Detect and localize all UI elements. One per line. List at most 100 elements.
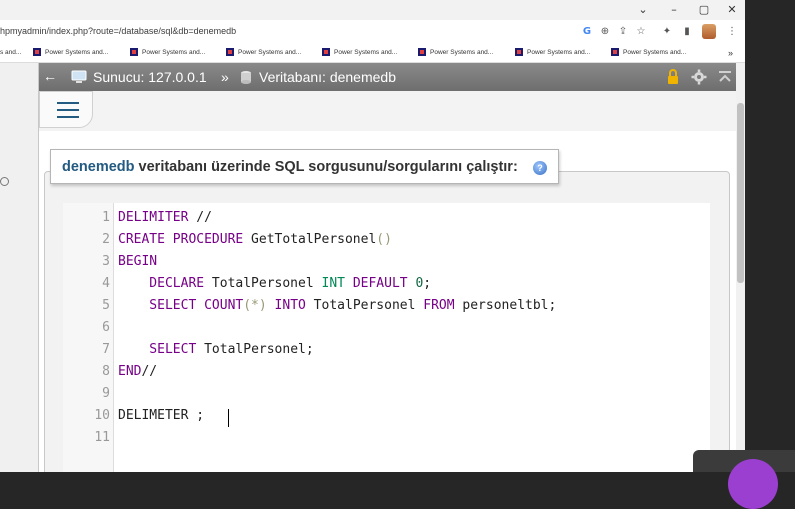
bookmark-favicon [226, 48, 234, 57]
line-number: 5 [102, 298, 110, 313]
code-token: SELECT [118, 342, 197, 357]
code-token: FROM [423, 298, 455, 313]
code-line[interactable]: BEGIN [118, 251, 157, 273]
bookmark-item[interactable]: Power Systems and... [322, 48, 397, 58]
bookmark-item[interactable]: Power Systems and... [515, 48, 590, 58]
collapse-arrow-icon[interactable]: ← [43, 68, 57, 84]
menu-bar-line [57, 102, 79, 104]
code-token: TotalPersonel; [196, 342, 314, 357]
breadcrumb-separator: » [221, 69, 229, 85]
code-token: DELIMETER ; [118, 408, 205, 423]
sql-code-editor[interactable]: 1 2 3 4 5 6 7 8 9 10 11 DELIMITER //CREATE PROCEDU… [63, 203, 710, 472]
line-number: 7 [102, 342, 110, 357]
code-token: // [141, 364, 158, 379]
maximize-button[interactable]: ▢ [692, 2, 716, 18]
minimize-button[interactable]: – [662, 2, 686, 18]
bookmark-favicon [130, 48, 138, 57]
bookmark-item[interactable]: Power Systems and... [226, 48, 301, 58]
text-cursor [228, 409, 229, 427]
legend-database-link[interactable]: denemedb [62, 159, 135, 175]
code-token: END [118, 364, 142, 379]
bookmark-favicon [515, 48, 523, 57]
url-text[interactable]: hpmyadmin/index.php?route=/database/sql&… [0, 26, 236, 36]
code-token: CREATE PROCEDURE [118, 232, 244, 247]
code-token: ; [423, 276, 432, 291]
code-line[interactable]: DECLARE TotalPersonel INT DEFAULT 0; [118, 273, 431, 295]
legend-text: veritabanı üzerinde SQL sorgusunu/sorgul… [134, 159, 518, 175]
collapse-top-icon[interactable] [717, 69, 733, 85]
bookmark-star-icon[interactable]: ☆ [634, 25, 648, 39]
code-token: TotalPersonel [305, 298, 424, 313]
navigation-icon[interactable] [0, 177, 9, 186]
code-token: BEGIN [118, 254, 158, 269]
menu-bar-line [57, 116, 79, 118]
code-line[interactable]: END// [118, 361, 157, 383]
line-number: 8 [102, 364, 110, 379]
bookmark-favicon [322, 48, 330, 57]
scrollbar-thumb[interactable] [737, 103, 744, 283]
breadcrumb-server[interactable]: Sunucu: 127.0.0.1 [93, 69, 207, 85]
bookmark-favicon [418, 48, 426, 57]
code-token: TotalPersonel [204, 276, 322, 291]
bookmark-item[interactable]: Power Systems and... [611, 48, 686, 58]
top-menu-area [39, 91, 736, 131]
menu-bar-line [57, 109, 79, 111]
desktop-avatar-bubble[interactable] [728, 459, 778, 509]
line-number: 3 [102, 254, 110, 269]
zoom-icon[interactable]: ⊕ [598, 25, 612, 39]
title-bar: ⌄ – ▢ ✕ [0, 0, 745, 20]
line-number: 6 [102, 320, 110, 335]
navigation-panel [0, 63, 39, 472]
line-number: 10 [94, 408, 110, 423]
code-line[interactable]: CREATE PROCEDURE GetTotalPersonel() [118, 229, 392, 251]
code-token: DECLARE [118, 276, 205, 291]
code-token: INTO [274, 298, 306, 313]
extensions-icon[interactable]: ✦ [660, 25, 674, 39]
code-token: GetTotalPersonel [243, 232, 377, 247]
page-scrollbar[interactable] [736, 63, 745, 472]
tab-search-button[interactable]: ⌄ [631, 2, 655, 18]
code-token: INT [321, 276, 345, 291]
line-number-gutter: 1 2 3 4 5 6 7 8 9 10 11 [63, 203, 114, 472]
more-bookmarks-button[interactable]: » [728, 48, 733, 58]
server-breadcrumb-bar: ← Sunucu: 127.0.0.1 » Veritabanı: deneme… [39, 63, 736, 91]
breadcrumb-database[interactable]: Veritabanı: denemedb [259, 69, 396, 85]
bookmark-favicon [611, 48, 619, 57]
close-button[interactable]: ✕ [720, 2, 744, 18]
code-token: DELIMITER [118, 210, 189, 225]
share-icon[interactable]: ⇪ [616, 25, 630, 39]
bookmark-favicon [33, 48, 41, 57]
bookmark-item[interactable]: Power Systems and... [418, 48, 493, 58]
google-icon[interactable]: G [580, 25, 594, 39]
code-line[interactable]: DELIMITER // [118, 207, 212, 229]
code-token: () [376, 232, 392, 247]
sql-query-legend: denemedb veritabanı üzerinde SQL sorgusu… [50, 149, 559, 184]
code-token: DEFAULT [352, 276, 408, 291]
code-line[interactable]: DELIMETER ; [118, 405, 204, 427]
help-icon[interactable]: ? [533, 161, 547, 175]
browser-menu-icon[interactable]: ⋮ [725, 25, 739, 39]
line-number: 4 [102, 276, 110, 291]
bookmark-item[interactable]: Power Systems and... [130, 48, 205, 58]
server-icon [71, 70, 87, 83]
code-line[interactable]: SELECT TotalPersonel; [118, 339, 314, 361]
code-token: (*) [243, 298, 267, 313]
side-panel-icon[interactable]: ▮ [680, 25, 694, 39]
profile-avatar[interactable] [702, 24, 716, 39]
hamburger-menu-button[interactable] [39, 91, 93, 128]
bookmark-item[interactable]: Power Systems and... [33, 48, 108, 58]
code-line[interactable]: SELECT COUNT(*) INTO TotalPersonel FROM … [118, 295, 556, 317]
bookmark-item[interactable]: s and... [0, 48, 21, 58]
line-number: 1 [102, 210, 110, 225]
line-number: 11 [94, 430, 110, 445]
code-token: SELECT COUNT [118, 298, 244, 313]
lock-icon[interactable] [665, 69, 681, 85]
browser-window: ⌄ – ▢ ✕ hpmyadmin/index.php?route=/datab… [0, 0, 745, 472]
settings-gear-icon[interactable] [691, 69, 707, 85]
line-number: 2 [102, 232, 110, 247]
address-bar[interactable]: hpmyadmin/index.php?route=/database/sql&… [0, 20, 745, 44]
code-token: // [188, 210, 212, 225]
bookmarks-bar: s and... Power Systems and... Power Syst… [0, 44, 745, 63]
